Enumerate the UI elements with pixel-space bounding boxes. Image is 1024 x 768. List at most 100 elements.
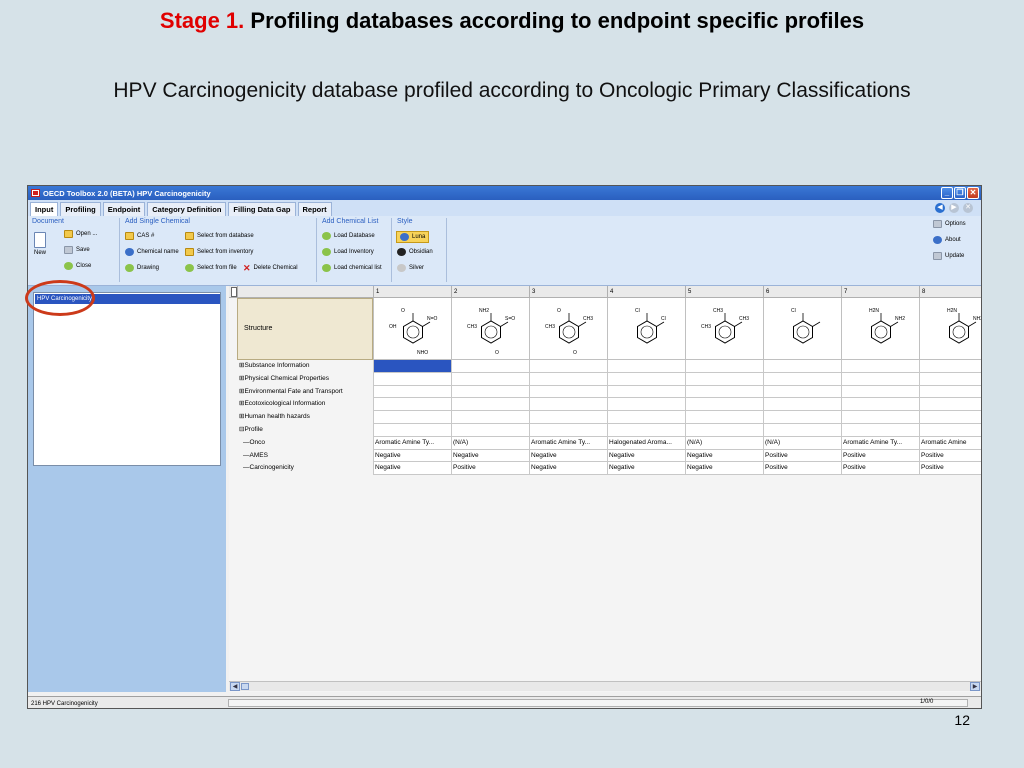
column-header-4[interactable]: 4 <box>607 286 685 298</box>
grid-cell[interactable] <box>919 411 981 424</box>
grid-cell[interactable] <box>529 398 607 412</box>
grid-cell[interactable] <box>841 372 919 386</box>
profile-value-cell[interactable]: Negative <box>373 462 451 476</box>
grid-cell[interactable] <box>451 360 529 373</box>
grid-cell[interactable] <box>919 372 981 386</box>
profile-value-cell[interactable]: Positive <box>763 462 841 476</box>
profile-value-cell[interactable]: Negative <box>685 462 763 476</box>
grid-cell[interactable] <box>373 372 451 386</box>
grid-cell[interactable] <box>841 424 919 437</box>
structure-cell-8[interactable]: H2N NH2 <box>919 298 981 360</box>
grid-cell[interactable] <box>373 360 451 373</box>
profile-value-cell[interactable]: (N/A) <box>685 436 763 450</box>
window-titlebar[interactable]: OECD Toolbox 2.0 (BETA) HPV Carcinogenic… <box>28 186 981 200</box>
property-row-label[interactable]: ⊞Environmental Fate and Transport <box>237 386 373 399</box>
column-header-3[interactable]: 3 <box>529 286 607 298</box>
profile-value-cell[interactable]: Positive <box>919 449 981 463</box>
grid-cell[interactable] <box>685 424 763 437</box>
stop-icon[interactable]: ✕ <box>963 203 973 213</box>
load-database-button[interactable]: Load Database <box>322 232 375 240</box>
about-button[interactable]: About <box>933 236 961 244</box>
select-database-button[interactable]: Select from database <box>185 232 254 240</box>
drawing-button[interactable]: Drawing <box>125 264 159 272</box>
forward-icon[interactable]: ▶ <box>949 203 959 213</box>
grid-cell[interactable] <box>685 372 763 386</box>
profile-value-cell[interactable]: Negative <box>529 449 607 463</box>
grid-cell[interactable] <box>919 360 981 373</box>
column-header-8[interactable]: 8 <box>919 286 981 298</box>
grid-cell[interactable] <box>685 398 763 412</box>
new-button[interactable]: New <box>34 232 46 256</box>
profile-value-cell[interactable]: Negative <box>529 462 607 476</box>
grid-cell[interactable] <box>685 385 763 399</box>
profile-value-cell[interactable]: Negative <box>607 449 685 463</box>
select-file-button[interactable]: Select from file <box>185 264 237 272</box>
grid-cell[interactable] <box>607 360 685 373</box>
grid-cell[interactable] <box>841 360 919 373</box>
style-obsidian-button[interactable]: Obsidian <box>397 248 433 256</box>
grid-cell[interactable] <box>529 424 607 437</box>
property-row-label[interactable]: ⊞Human health hazards <box>237 411 373 424</box>
grid-cell[interactable] <box>763 385 841 399</box>
grid-cell[interactable] <box>841 398 919 412</box>
grid-cell[interactable] <box>763 424 841 437</box>
load-chemical-list-button[interactable]: Load chemical list <box>322 264 382 272</box>
grid-cell[interactable] <box>451 398 529 412</box>
profile-row-label[interactable]: —Carcinogenicity <box>237 462 373 475</box>
profile-value-cell[interactable]: Positive <box>841 462 919 476</box>
grid-cell[interactable] <box>685 360 763 373</box>
profile-value-cell[interactable]: (N/A) <box>763 436 841 450</box>
grid-cell[interactable] <box>373 398 451 412</box>
profile-value-cell[interactable]: Aromatic Amine Ty... <box>841 436 919 450</box>
profile-value-cell[interactable]: Negative <box>451 449 529 463</box>
close-button[interactable]: ✕ <box>967 187 979 199</box>
profile-value-cell[interactable]: (N/A) <box>451 436 529 450</box>
update-button[interactable]: Update <box>933 252 964 260</box>
profile-value-cell[interactable]: Negative <box>607 462 685 476</box>
profile-value-cell[interactable]: Aromatic Amine <box>919 436 981 450</box>
style-silver-button[interactable]: Silver <box>397 264 424 272</box>
tab-filling-data-gap[interactable]: Filling Data Gap <box>228 202 296 216</box>
tab-input[interactable]: Input <box>30 202 59 216</box>
grid-cell[interactable] <box>373 424 451 437</box>
grid-cell[interactable] <box>919 424 981 437</box>
style-luna-button[interactable]: Luna <box>396 231 430 243</box>
save-button[interactable]: Save <box>64 246 90 254</box>
cas-button[interactable]: CAS # <box>125 232 154 240</box>
grid-cell[interactable] <box>841 411 919 424</box>
select-inventory-button[interactable]: Select from inventory <box>185 248 253 256</box>
load-inventory-button[interactable]: Load Inventory <box>322 248 374 256</box>
back-icon[interactable]: ◀ <box>935 203 945 213</box>
property-row-label[interactable]: ⊞Substance Information <box>237 360 373 373</box>
structure-cell-1[interactable]: O N=O OH NHO <box>373 298 451 360</box>
column-header-1[interactable]: 1 <box>373 286 451 298</box>
profile-value-cell[interactable]: Negative <box>373 449 451 463</box>
grid-cell[interactable] <box>919 385 981 399</box>
profile-value-cell[interactable]: Aromatic Amine Ty... <box>373 436 451 450</box>
grid-cell[interactable] <box>763 372 841 386</box>
grid-cell[interactable] <box>451 411 529 424</box>
grid-cell[interactable] <box>763 360 841 373</box>
profile-row-label[interactable]: —AMES <box>237 450 373 463</box>
structure-cell-6[interactable]: Cl <box>763 298 841 360</box>
horizontal-scrollbar[interactable]: ◀ ▶ <box>229 681 981 691</box>
structure-cell-3[interactable]: O CH3 CH3 O <box>529 298 607 360</box>
profile-value-cell[interactable]: Positive <box>763 449 841 463</box>
scroll-thumb[interactable] <box>241 683 249 690</box>
structure-cell-5[interactable]: CH3 CH3 CH3 <box>685 298 763 360</box>
grid-cell[interactable] <box>763 411 841 424</box>
grid-cell[interactable] <box>841 385 919 399</box>
tab-endpoint[interactable]: Endpoint <box>102 202 146 216</box>
property-row-label[interactable]: ⊞Physical Chemical Properties <box>237 373 373 386</box>
close-doc-button[interactable]: Close <box>64 262 91 270</box>
profile-value-cell[interactable]: Positive <box>451 462 529 476</box>
tab-category-definition[interactable]: Category Definition <box>147 202 227 216</box>
tab-profiling[interactable]: Profiling <box>60 202 101 216</box>
grid-cell[interactable] <box>529 411 607 424</box>
structure-cell-2[interactable]: NH2 S=O CH3 O <box>451 298 529 360</box>
minimize-button[interactable]: _ <box>941 187 953 199</box>
grid-cell[interactable] <box>919 398 981 412</box>
grid-cell[interactable] <box>373 385 451 399</box>
tab-report[interactable]: Report <box>297 202 332 216</box>
profile-value-cell[interactable]: Halogenated Aroma... <box>607 436 685 450</box>
